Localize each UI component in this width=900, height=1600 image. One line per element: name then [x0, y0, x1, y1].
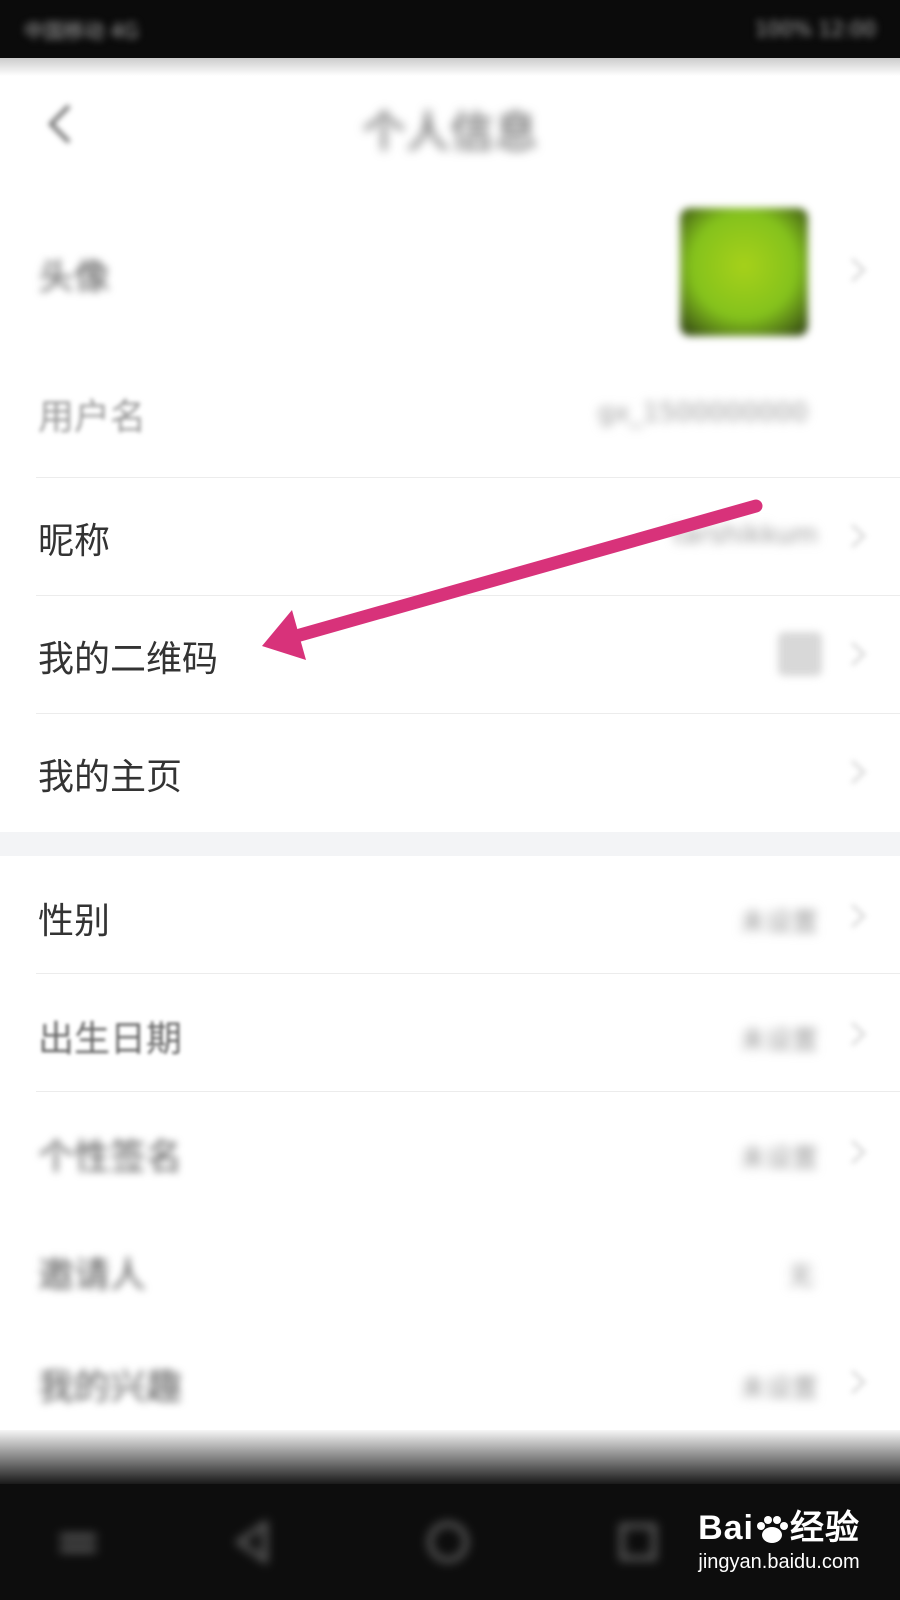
row-nickname[interactable]: 昵称 tarshikkum	[0, 478, 900, 596]
interests-value: 未设置	[739, 1374, 818, 1404]
username-label: 用户名	[38, 397, 147, 438]
inviter-label: 邀请人	[38, 1255, 147, 1296]
chevron-right-icon	[850, 1021, 867, 1047]
qr-code-icon	[778, 632, 822, 676]
header: 个人信息	[0, 76, 900, 172]
row-username: 用户名 gx_1500000000	[0, 360, 900, 478]
gender-label: 性别	[38, 901, 111, 942]
my-homepage-label: 我的主页	[38, 757, 183, 798]
nickname-label: 昵称	[38, 521, 111, 562]
back-triangle-icon[interactable]	[225, 1514, 281, 1570]
birth-date-label: 出生日期	[38, 1019, 183, 1060]
signature-value: 未设置	[739, 1144, 818, 1174]
paw-icon	[757, 1516, 788, 1544]
chevron-right-icon	[850, 1139, 867, 1165]
row-gender[interactable]: 性别 未设置	[0, 856, 900, 974]
row-inviter: 邀请人 无	[0, 1210, 900, 1328]
chevron-right-icon	[850, 1369, 867, 1395]
baidu-jingyan-watermark: Bai 经验 jingyan.baidu.com	[698, 1500, 860, 1574]
row-interests[interactable]: 我的兴趣 未设置	[0, 1328, 900, 1432]
chevron-right-icon	[850, 759, 867, 785]
birth-date-value: 未设置	[739, 1026, 818, 1056]
interests-label: 我的兴趣	[38, 1367, 183, 1408]
chevron-right-icon	[850, 641, 867, 667]
signature-label: 个性签名	[38, 1137, 183, 1178]
carrier-text: 中国移动 4G	[24, 18, 139, 43]
row-my-qr-code[interactable]: 我的二维码	[0, 596, 900, 714]
watermark-url: jingyan.baidu.com	[698, 1551, 860, 1573]
watermark-brand-a: Bai	[698, 1509, 754, 1547]
status-bar: 中国移动 4G 100% 12:00	[0, 0, 900, 58]
avatar-label: 头像	[38, 257, 111, 298]
header-shadow	[0, 58, 900, 76]
chevron-right-icon	[850, 903, 867, 929]
row-avatar[interactable]: 头像	[0, 180, 900, 360]
nav-shadow	[0, 1430, 900, 1484]
home-circle-icon[interactable]	[420, 1514, 476, 1570]
inviter-value: 无	[787, 1262, 814, 1292]
recent-apps-icon[interactable]	[610, 1514, 666, 1570]
status-right-text: 100% 12:00	[754, 17, 876, 41]
nickname-value: tarshikkum	[672, 520, 818, 550]
section-separator	[0, 832, 900, 856]
page-title: 个人信息	[362, 107, 538, 158]
menu-icon[interactable]	[50, 1514, 106, 1570]
username-value: gx_1500000000	[597, 398, 808, 428]
row-signature[interactable]: 个性签名 未设置	[0, 1092, 900, 1210]
my-qr-code-label: 我的二维码	[38, 639, 219, 680]
avatar[interactable]	[680, 208, 808, 336]
watermark-brand-b: 经验	[790, 1509, 860, 1547]
row-birth-date[interactable]: 出生日期 未设置	[0, 974, 900, 1092]
watermark-logo: Bai 经验	[698, 1500, 860, 1549]
chevron-right-icon	[850, 257, 867, 283]
chevron-right-icon	[850, 523, 867, 549]
gender-value: 未设置	[739, 908, 818, 938]
row-my-homepage[interactable]: 我的主页	[0, 714, 900, 832]
